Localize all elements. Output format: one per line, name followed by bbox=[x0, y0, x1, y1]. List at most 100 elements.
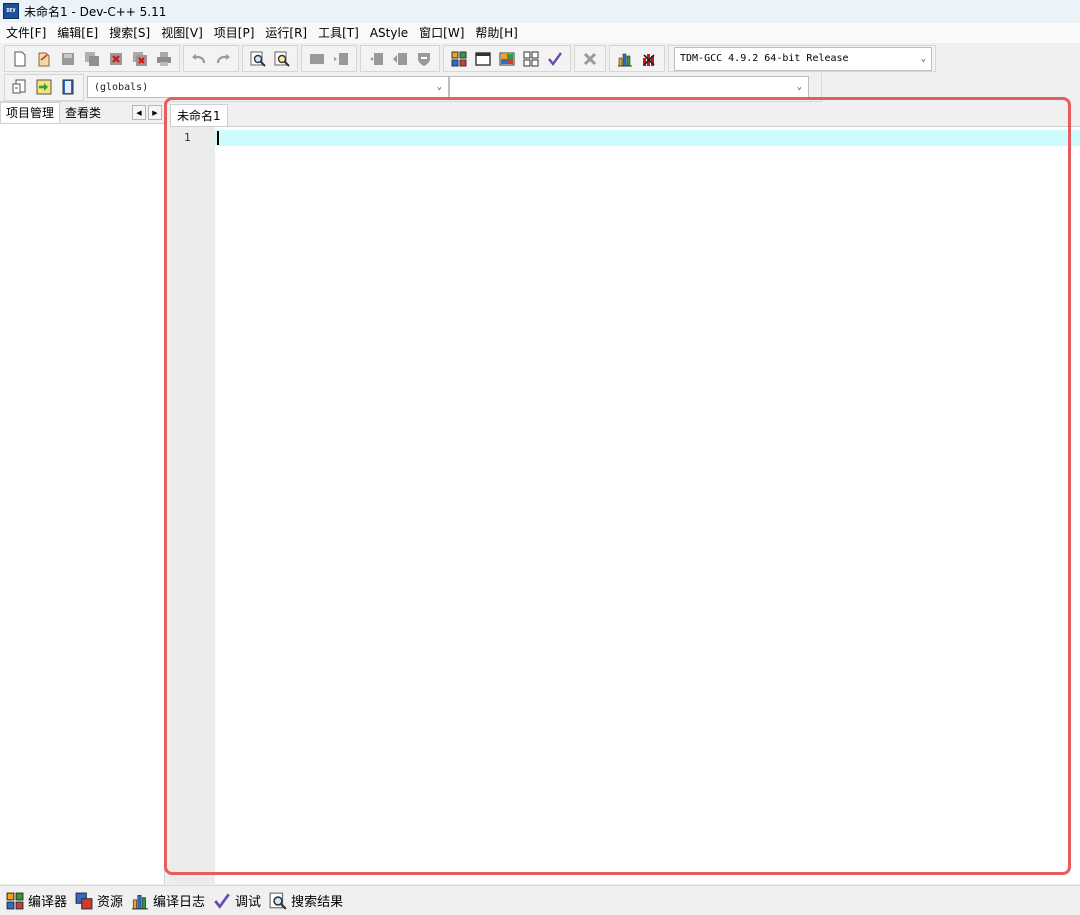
edit-toolbar-group bbox=[183, 45, 239, 72]
bookmark-icon bbox=[393, 52, 407, 65]
scroll-right-button[interactable]: ▶ bbox=[148, 105, 162, 120]
save-all-button[interactable] bbox=[81, 48, 103, 70]
editor-area: 未命名1 1 bbox=[166, 102, 1080, 884]
replace-icon bbox=[274, 51, 290, 67]
stop-toolbar-group bbox=[574, 45, 606, 72]
unindent-icon bbox=[370, 52, 383, 65]
main-toolbar: TDM-GCC 4.9.2 64-bit Release ⌄ bbox=[0, 44, 1080, 73]
debug-button[interactable] bbox=[544, 48, 566, 70]
profile-toolbar-group bbox=[609, 45, 665, 72]
close-all-button[interactable] bbox=[129, 48, 151, 70]
indent-button[interactable] bbox=[330, 48, 352, 70]
class-scope-select[interactable]: (globals) ⌄ bbox=[87, 76, 449, 98]
tab-classes[interactable]: 查看类 bbox=[60, 103, 106, 123]
tab-compiler-label: 编译器 bbox=[28, 895, 68, 910]
profile-button[interactable] bbox=[614, 48, 636, 70]
rebuild-icon bbox=[523, 51, 539, 66]
print-icon bbox=[157, 51, 171, 66]
menu-edit[interactable]: 编辑[E] bbox=[53, 23, 102, 43]
print-button[interactable] bbox=[153, 48, 175, 70]
line-number-gutter: 1 bbox=[170, 127, 215, 884]
tab-resources[interactable]: 资源 bbox=[75, 891, 123, 910]
menu-tools[interactable]: 工具[T] bbox=[314, 23, 363, 43]
editor-tab-untitled[interactable]: 未命名1 bbox=[170, 104, 228, 126]
tab-compiler[interactable]: 编译器 bbox=[6, 891, 67, 910]
menu-window[interactable]: 窗口[W] bbox=[415, 23, 468, 43]
compiler-select[interactable]: TDM-GCC 4.9.2 64-bit Release ⌄ bbox=[674, 46, 932, 71]
goto-icon bbox=[36, 79, 52, 95]
run-window-icon bbox=[475, 51, 491, 66]
compile-button[interactable] bbox=[448, 48, 470, 70]
tab-resources-label: 资源 bbox=[97, 895, 124, 910]
text-caret bbox=[217, 131, 219, 145]
chevron-left-icon: ◀ bbox=[136, 108, 142, 117]
comment-button[interactable] bbox=[413, 48, 435, 70]
check-icon bbox=[214, 892, 230, 909]
goto-definition-button[interactable] bbox=[57, 76, 79, 98]
run-button[interactable] bbox=[472, 48, 494, 70]
bookmark-toolbar-group bbox=[360, 45, 440, 72]
chevron-right-icon: ▶ bbox=[152, 108, 158, 117]
menu-view[interactable]: 视图[V] bbox=[157, 23, 207, 43]
close-file-icon bbox=[110, 52, 122, 65]
stop-execution-button[interactable] bbox=[579, 48, 601, 70]
new-file-button[interactable] bbox=[9, 48, 31, 70]
new-file-icon bbox=[14, 51, 26, 66]
save-icon bbox=[62, 52, 74, 65]
toggle-bookmark-button[interactable] bbox=[389, 48, 411, 70]
compile-run-icon bbox=[499, 52, 515, 65]
bottom-panel-tabs: 编译器 资源 编译日志 调试 搜索结果 bbox=[0, 885, 1080, 915]
delete-profile-icon bbox=[643, 53, 655, 66]
left-panel: 项目管理 查看类 ◀ ▶ bbox=[0, 102, 165, 884]
replace-button[interactable] bbox=[271, 48, 293, 70]
redo-button[interactable] bbox=[212, 48, 234, 70]
tab-project[interactable]: 项目管理 bbox=[0, 102, 61, 123]
menu-search[interactable]: 搜索[S] bbox=[105, 23, 154, 43]
save-button[interactable] bbox=[57, 48, 79, 70]
menu-project[interactable]: 项目[P] bbox=[210, 23, 259, 43]
redo-icon bbox=[216, 53, 230, 63]
rebuild-button[interactable] bbox=[520, 48, 542, 70]
undo-button[interactable] bbox=[188, 48, 210, 70]
left-panel-tabs: 项目管理 查看类 ◀ ▶ bbox=[0, 102, 164, 124]
tab-search-results[interactable]: 搜索结果 bbox=[269, 891, 343, 910]
menu-bar: 文件[F] 编辑[E] 搜索[S] 视图[V] 项目[P] 运行[R] 工具[T… bbox=[0, 23, 1080, 43]
check-icon bbox=[548, 51, 562, 66]
compile-toolbar-group bbox=[443, 45, 571, 72]
current-line-highlight bbox=[215, 130, 1080, 146]
goto-declaration-button[interactable] bbox=[33, 76, 55, 98]
editor-tabs: 未命名1 bbox=[166, 102, 1080, 126]
close-all-icon bbox=[133, 51, 147, 66]
book-icon bbox=[62, 79, 74, 95]
unindent-button[interactable] bbox=[365, 48, 387, 70]
indent-toolbar-group bbox=[301, 45, 357, 72]
scroll-left-button[interactable]: ◀ bbox=[132, 105, 146, 120]
open-file-button[interactable] bbox=[33, 48, 55, 70]
close-file-button[interactable] bbox=[105, 48, 127, 70]
save-all-icon bbox=[85, 51, 99, 66]
find-icon bbox=[250, 51, 266, 67]
compile-run-button[interactable] bbox=[496, 48, 518, 70]
tab-compile-log[interactable]: 编译日志 bbox=[131, 891, 205, 910]
code-editor[interactable]: 1 bbox=[170, 126, 1080, 884]
menu-file[interactable]: 文件[F] bbox=[2, 23, 50, 43]
tab-debug-label: 调试 bbox=[235, 895, 262, 910]
find-button[interactable] bbox=[247, 48, 269, 70]
delete-profile-button[interactable] bbox=[638, 48, 660, 70]
stop-x-icon bbox=[583, 52, 597, 65]
insert-code-button[interactable] bbox=[9, 76, 31, 98]
menu-astyle[interactable]: AStyle bbox=[366, 23, 412, 43]
title-bar: DEV 未命名1 - Dev-C++ 5.11 bbox=[0, 0, 1080, 22]
menu-help[interactable]: 帮助[H] bbox=[471, 23, 521, 43]
tab-debug[interactable]: 调试 bbox=[213, 891, 261, 910]
member-scope-select[interactable]: ⌄ bbox=[449, 76, 809, 98]
chevron-down-icon: ⌄ bbox=[796, 82, 802, 92]
menu-run[interactable]: 运行[R] bbox=[261, 23, 311, 43]
app-logo-icon: DEV bbox=[3, 3, 19, 19]
file-toolbar-group bbox=[4, 45, 180, 72]
tab-compile-log-label: 编译日志 bbox=[153, 895, 206, 910]
search-icon bbox=[269, 892, 287, 910]
shield-icon bbox=[418, 52, 430, 66]
compiler-toolbar-group: TDM-GCC 4.9.2 64-bit Release ⌄ bbox=[668, 45, 936, 72]
goto-line-button[interactable] bbox=[306, 48, 328, 70]
